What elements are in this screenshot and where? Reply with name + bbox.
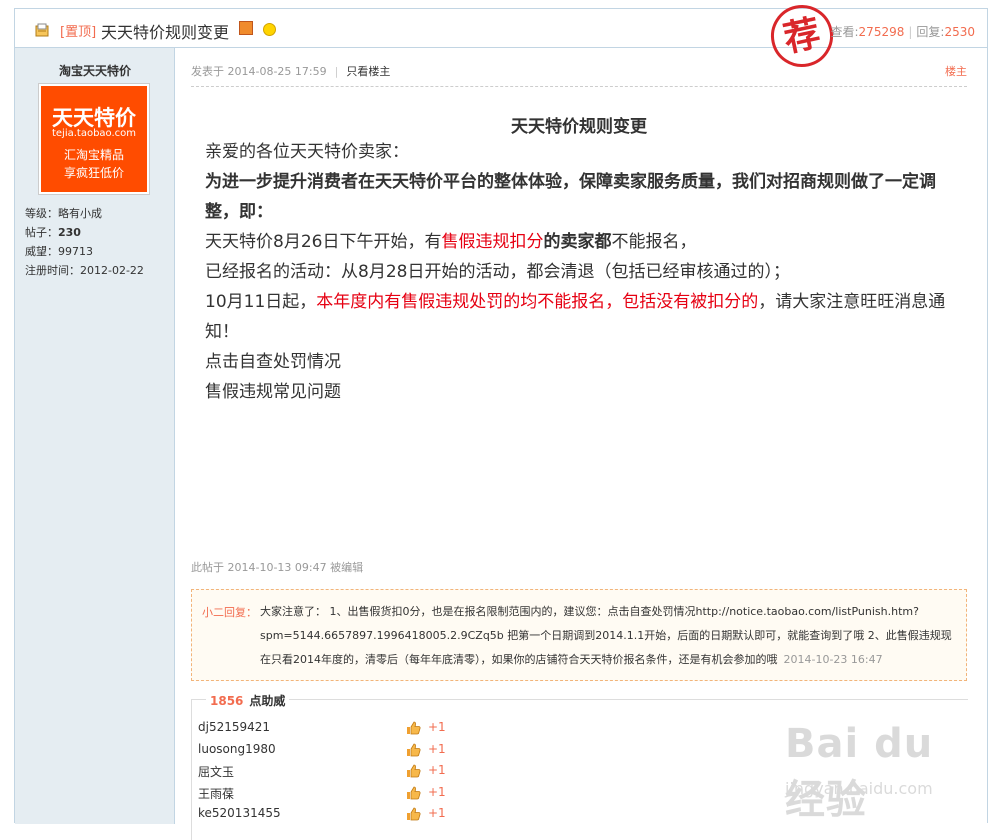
thumbs-up-icon xyxy=(407,743,421,756)
author-level: 等级：略有小成 xyxy=(25,207,102,220)
post-line: 天天特价8月26日下午开始，有售假违规扣分的卖家都不能报名， xyxy=(205,232,697,252)
post-line: 亲爱的各位天天特价卖家： xyxy=(205,142,409,162)
staff-reply-text: 大家注意了： 1、出售假货扣0分，也是在报名限制范围内的，建议您：点击自查处罚情… xyxy=(260,605,952,666)
rating-user[interactable]: luosong1980 xyxy=(198,742,276,756)
author-stats: 等级：略有小成 帖子：230 威望：99713 注册时间：2012-02-22 xyxy=(25,204,144,280)
rating-user[interactable]: ke520131455 xyxy=(198,806,281,820)
author-prestige: 威望：99713 xyxy=(25,245,93,258)
meta-divider xyxy=(191,86,967,87)
faq-link[interactable]: 售假违规常见问题 xyxy=(205,377,965,407)
staff-reply-time: 2014-10-23 16:47 xyxy=(783,653,883,666)
rating-row: ke520131455 +1 xyxy=(198,806,458,826)
rating-user[interactable]: dj52159421 xyxy=(198,720,270,734)
rating-row: 王雨葆 +1 xyxy=(198,785,458,805)
thumbs-up-icon xyxy=(407,786,421,799)
only-author-link[interactable]: 只看楼主 xyxy=(346,65,390,78)
staff-reply-label: 小二回复： xyxy=(202,606,257,619)
rating-row: dj52159421 +1 xyxy=(198,720,458,740)
author-sidebar: 淘宝天天特价 天天特价 tejia.taobao.com 汇淘宝精品 享疯狂低价… xyxy=(15,48,175,824)
rating-plus: +1 xyxy=(428,784,446,799)
self-check-link[interactable]: 点击自查处罚情况 xyxy=(205,347,965,377)
thread-folder-icon xyxy=(35,23,49,37)
rating-plus: +1 xyxy=(428,763,446,777)
sticky-prefix: [置顶] xyxy=(60,25,97,40)
author-avatar[interactable]: 天天特价 tejia.taobao.com 汇淘宝精品 享疯狂低价 xyxy=(39,84,149,194)
thread-frame: [置顶] 天天特价规则变更 荐 查看:275298 | 回复:2530 淘宝天天特价… xyxy=(14,0,988,840)
author-name[interactable]: 淘宝天天特价 xyxy=(15,62,175,79)
rating-plus: +1 xyxy=(428,720,446,734)
recommend-stamp: 荐 xyxy=(765,0,839,73)
thumbs-up-icon xyxy=(407,764,421,778)
floor-label: 楼主 xyxy=(945,65,967,78)
post-line: 10月11日起，本年度内有售假违规处罚的均不能报名，包括没有被扣分的，请大家注意… xyxy=(205,292,946,342)
thread-title-bar: [置顶] 天天特价规则变更 荐 查看:275298 | 回复:2530 xyxy=(15,0,987,73)
staff-reply-box: 小二回复： 大家注意了： 1、出售假货扣0分，也是在报名限制范围内的，建议您：点… xyxy=(191,589,967,681)
rating-row: luosong1980 +1 xyxy=(198,742,458,762)
watermark-url: jingyan.baidu.com xyxy=(785,779,933,798)
post-meta: 发表于 2014-08-25 17:59 | 只看楼主 xyxy=(191,65,391,78)
rating-count: 1856 xyxy=(210,694,244,708)
post-body: 亲爱的各位天天特价卖家： 为进一步提升消费者在天天特价平台的整体体验，保障卖家服… xyxy=(205,137,965,407)
thumbs-up-icon xyxy=(407,721,421,735)
post-line: 已经报名的活动：从8月28日开始的活动，都会清退（包括已经审核通过的）； xyxy=(205,262,790,282)
thread-title[interactable]: 天天特价规则变更 xyxy=(101,19,229,43)
post-line: 为进一步提升消费者在天天特价平台的整体体验，保障卖家服务质量，我们对招商规则做了… xyxy=(205,172,936,222)
post-time: 发表于 2014-08-25 17:59 xyxy=(191,65,327,78)
reply-count: 2530 xyxy=(944,25,975,39)
thumbs-up-icon xyxy=(407,807,421,821)
rating-plus: +1 xyxy=(428,806,446,820)
edit-note: 此帖于 2014-10-13 09:47 被编辑 xyxy=(191,561,364,574)
post-title: 天天特价规则变更 xyxy=(511,117,647,137)
hot-icon xyxy=(239,21,253,35)
author-posts: 帖子：230 xyxy=(25,226,81,239)
baidu-watermark: Bai du 经验 jingyan.baidu.com xyxy=(785,721,975,823)
watermark-logo: Bai du 经验 xyxy=(785,721,934,823)
view-count: 275298 xyxy=(858,25,905,39)
rating-user[interactable]: 屈文玉 xyxy=(198,765,234,779)
thread-stats: 查看:275298 | 回复:2530 xyxy=(830,25,976,39)
smile-icon xyxy=(263,23,276,36)
rating-user[interactable]: 王雨葆 xyxy=(198,787,234,801)
rating-row: 屈文玉 +1 xyxy=(198,763,458,783)
author-reg-time: 注册时间：2012-02-22 xyxy=(25,264,144,277)
rating-plus: +1 xyxy=(428,741,446,756)
rating-header: 1856 点助威 xyxy=(206,692,290,709)
